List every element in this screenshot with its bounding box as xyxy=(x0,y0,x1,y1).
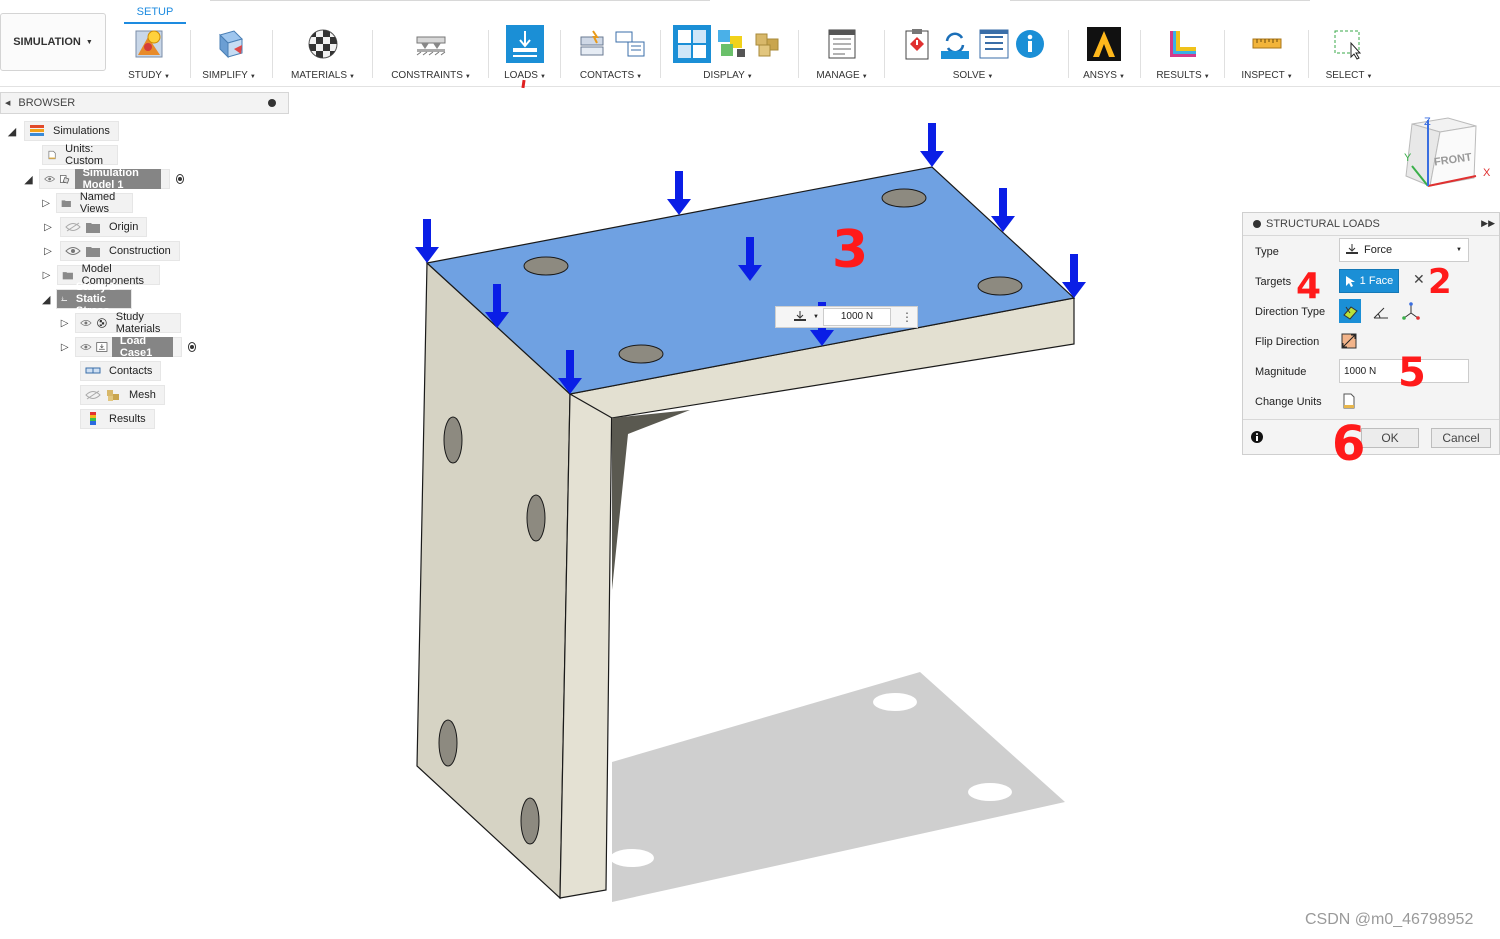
dialog-pin-icon[interactable] xyxy=(1253,220,1261,228)
flip-direction-icon xyxy=(1341,333,1357,349)
load-type-select[interactable]: Force ▼ xyxy=(1339,238,1469,262)
flip-direction-label: Flip Direction xyxy=(1255,336,1320,348)
flip-direction-button[interactable] xyxy=(1339,331,1359,351)
force-icon xyxy=(1346,244,1358,254)
units-document-icon xyxy=(1343,393,1355,409)
annotation-number: 6 xyxy=(1332,416,1366,472)
vector-components-icon xyxy=(1402,302,1420,320)
angled-direction-icon xyxy=(1373,307,1388,319)
force-icon xyxy=(794,311,806,321)
shadow-hole xyxy=(968,783,1012,801)
force-value-manipulator[interactable]: ▼ 1000 N ⋮ xyxy=(775,306,918,328)
targets-selection-button[interactable]: 1 Face xyxy=(1339,269,1399,293)
direction-type-label: Direction Type xyxy=(1255,306,1326,318)
axis-x-label: X xyxy=(1483,167,1491,179)
ok-button[interactable]: OK xyxy=(1361,428,1419,448)
chevron-down-icon: ▼ xyxy=(1456,247,1462,253)
more-options-icon[interactable]: ⋮ xyxy=(901,310,913,324)
annotation-number: 2 xyxy=(1428,262,1452,302)
clear-selection-icon[interactable]: ✕ xyxy=(1413,271,1425,288)
targets-label: Targets xyxy=(1255,276,1292,288)
cancel-button[interactable]: Cancel xyxy=(1431,428,1491,448)
axis-y-label: Y xyxy=(1404,152,1412,164)
cursor-arrow-icon xyxy=(1345,276,1355,287)
watermark: CSDN @m0_46798952 xyxy=(1305,911,1474,928)
force-value-input[interactable]: 1000 N xyxy=(822,308,891,326)
magnitude-label: Magnitude xyxy=(1255,366,1307,378)
targets-value: 1 Face xyxy=(1359,275,1394,287)
model-viewport[interactable] xyxy=(0,0,1500,939)
expand-dialog-icon[interactable]: ▶▶ xyxy=(1481,218,1495,229)
dialog-title: STRUCTURAL LOADS xyxy=(1266,218,1380,230)
shadow-hole xyxy=(610,849,654,867)
normal-direction-icon xyxy=(1343,306,1358,320)
load-type-value: Force xyxy=(1364,244,1393,256)
change-units-button[interactable] xyxy=(1339,391,1359,411)
annotation-number: 4 xyxy=(1296,266,1322,307)
type-label: Type xyxy=(1255,246,1279,258)
direction-angle-button[interactable] xyxy=(1371,301,1391,321)
dialog-footer: OK Cancel xyxy=(1243,419,1499,454)
dialog-header[interactable]: STRUCTURAL LOADS ▶▶ xyxy=(1243,213,1499,236)
annotation-number: 3 xyxy=(832,220,869,280)
bracket-inner-shadow xyxy=(612,410,690,590)
shadow-hole xyxy=(873,693,917,711)
help-info-icon[interactable] xyxy=(1251,431,1263,443)
change-units-label: Change Units xyxy=(1255,396,1322,408)
structural-loads-dialog: STRUCTURAL LOADS ▶▶ Type Force ▼ Targets… xyxy=(1242,212,1500,455)
annotation-number: 5 xyxy=(1398,350,1426,396)
axis-z-label: Z xyxy=(1424,116,1431,128)
direction-normal-button[interactable] xyxy=(1339,299,1361,323)
direction-vector-button[interactable] xyxy=(1401,301,1421,321)
chevron-down-icon[interactable]: ▼ xyxy=(813,314,819,320)
